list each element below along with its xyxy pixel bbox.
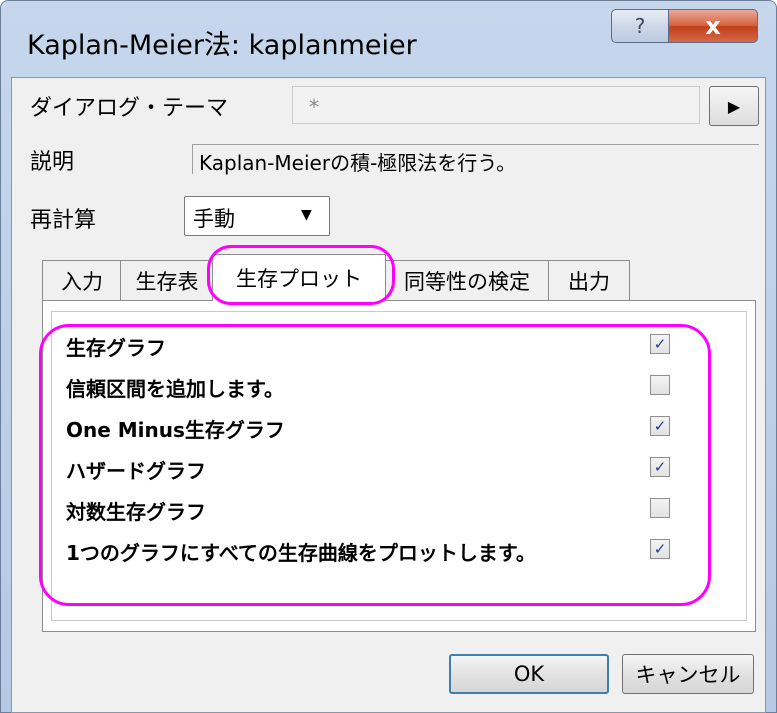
option-label: ハザードグラフ [66, 459, 206, 483]
tab-equality-test-label: 同等性の検定 [404, 269, 530, 294]
option-confidence-interval[interactable]: 信頼区間を追加します。 [52, 367, 748, 407]
tab-output-label: 出力 [568, 269, 610, 294]
tab-survival-table-label: 生存表 [135, 269, 199, 294]
confidence-interval-checkbox[interactable] [650, 375, 670, 395]
ok-button-label: OK [513, 662, 545, 686]
option-hazard-graph[interactable]: ハザードグラフ ✓ [52, 449, 748, 489]
survival-graph-checkbox[interactable]: ✓ [650, 334, 670, 354]
tab-equality-test[interactable]: 同等性の検定 [384, 260, 550, 300]
cancel-button-label: キャンセル [635, 663, 741, 687]
option-label: 対数生存グラフ [66, 500, 206, 524]
option-label: 1つのグラフにすべての生存曲線をプロットします。 [66, 541, 536, 565]
tab-output[interactable]: 出力 [548, 260, 630, 300]
window-title: Kaplan-Meier法: kaplanmeier [27, 30, 417, 61]
help-icon: ? [634, 14, 646, 38]
description-label: 説明 [30, 150, 75, 175]
dialog-theme-label: ダイアログ・テーマ [30, 96, 229, 121]
all-curves-checkbox[interactable]: ✓ [650, 539, 670, 559]
tab-survival-table[interactable]: 生存表 [120, 260, 214, 300]
chevron-down-icon: ▼ [301, 207, 312, 223]
dialog-body: ダイアログ・テーマ * ▶ 説明 Kaplan-Meierの積-極限法を行う。 … [11, 77, 766, 713]
plot-options-group: 生存グラフ ✓ 信頼区間を追加します。 One Minus生存グラフ ✓ ハザー… [51, 311, 747, 621]
help-button[interactable]: ? [611, 9, 669, 43]
option-survival-graph[interactable]: 生存グラフ ✓ [52, 326, 748, 366]
hazard-graph-checkbox[interactable]: ✓ [650, 457, 670, 477]
recalculate-value: 手動 [193, 207, 235, 231]
dialog-window: Kaplan-Meier法: kaplanmeier ? x ダイアログ・テーマ… [0, 0, 777, 713]
one-minus-survival-checkbox[interactable]: ✓ [650, 416, 670, 436]
close-icon: x [705, 12, 721, 40]
tab-input-label: 入力 [61, 269, 103, 294]
survival-plot-panel: 生存グラフ ✓ 信頼区間を追加します。 One Minus生存グラフ ✓ ハザー… [42, 300, 756, 632]
recalculate-label: 再計算 [30, 208, 97, 233]
tab-survival-plot-label: 生存プロット [236, 267, 362, 291]
log-survival-checkbox[interactable] [650, 498, 670, 518]
tab-input[interactable]: 入力 [42, 260, 122, 300]
option-all-curves-one-graph[interactable]: 1つのグラフにすべての生存曲線をプロットします。 ✓ [52, 531, 748, 571]
option-label: One Minus生存グラフ [66, 418, 285, 442]
option-label: 生存グラフ [66, 336, 166, 360]
close-button[interactable]: x [668, 9, 758, 43]
option-one-minus-survival[interactable]: One Minus生存グラフ ✓ [52, 408, 748, 448]
play-arrow-icon: ▶ [727, 96, 741, 116]
ok-button[interactable]: OK [449, 654, 609, 694]
cancel-button[interactable]: キャンセル [622, 654, 754, 694]
tab-survival-plot[interactable]: 生存プロット [212, 254, 386, 301]
recalculate-select[interactable]: 手動 ▼ [184, 196, 330, 236]
option-log-survival[interactable]: 対数生存グラフ [52, 490, 748, 530]
description-field: Kaplan-Meierの積-極限法を行う。 [192, 144, 759, 175]
dialog-theme-field[interactable]: * [292, 86, 700, 124]
option-label: 信頼区間を追加します。 [66, 377, 284, 401]
title-bar[interactable]: Kaplan-Meier法: kaplanmeier ? x [1, 1, 776, 77]
theme-menu-button[interactable]: ▶ [709, 86, 759, 126]
